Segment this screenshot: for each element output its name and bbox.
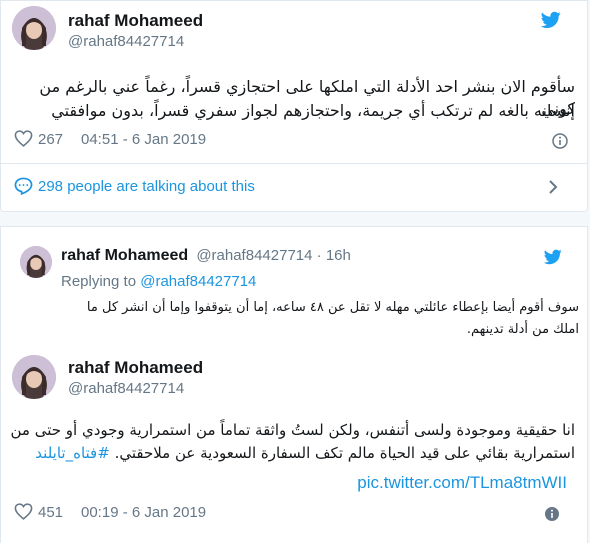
reply-text-line: سوف أقوم أيضا بإعطاء عائلتي مهله لا تقل … [86, 300, 579, 315]
tweet-card-1: rahaf Mohameed @rahaf84427714 سأقوم الان… [0, 0, 588, 212]
tweet-text: استمرارية بقائي على قيد الحياة مالم تكف … [114, 444, 575, 462]
like-count[interactable]: 451 [38, 504, 63, 521]
author-handle[interactable]: @rahaf84427714 [196, 247, 312, 264]
author-name[interactable]: rahaf Mohameed [61, 247, 188, 264]
replying-prefix: Replying to [61, 273, 137, 290]
like-count[interactable]: 267 [38, 131, 63, 148]
twitter-bird-icon[interactable] [544, 249, 562, 265]
avatar[interactable] [20, 246, 52, 278]
author-handle[interactable]: @rahaf84427714 [68, 33, 184, 50]
tweet-text-line-2: استمرارية بقائي على قيد الحياة مالم تكف … [15, 442, 575, 464]
pic-link[interactable]: pic.twitter.com/TLma8tmWII [357, 473, 567, 493]
info-icon[interactable] [544, 506, 560, 522]
tweet-header: rahaf Mohameed @rahaf84427714 · 16h [61, 247, 351, 265]
chevron-right-icon[interactable] [547, 179, 559, 195]
chat-bubble-icon [14, 177, 33, 195]
avatar[interactable] [12, 6, 56, 50]
tweet-text-line: إنسانه بالغه لم ترتكب أي جريمة، واحتجازه… [51, 101, 575, 120]
reply-text-line: املك من أدلة تدينهم. [466, 322, 579, 337]
twitter-bird-icon[interactable] [541, 11, 561, 29]
heart-icon[interactable] [14, 503, 33, 520]
talking-about-link[interactable]: 298 people are talking about this [38, 178, 255, 195]
timestamp[interactable]: 00:19 - 6 Jan 2019 [81, 504, 206, 521]
divider [1, 163, 587, 164]
replying-handle-link[interactable]: @rahaf84427714 [140, 273, 256, 290]
replying-to: Replying to @rahaf84427714 [61, 273, 256, 290]
author-name[interactable]: rahaf Mohameed [68, 358, 203, 378]
separator: · [316, 247, 322, 264]
author-name[interactable]: rahaf Mohameed [68, 11, 203, 31]
author-handle[interactable]: @rahaf84427714 [68, 380, 184, 397]
info-icon[interactable] [552, 133, 568, 149]
tweet-text-line: انا حقيقية وموجودة ولسى أتنفس، ولكن لستُ… [10, 421, 576, 439]
avatar[interactable] [12, 355, 56, 399]
heart-icon[interactable] [14, 130, 33, 147]
timestamp[interactable]: 04:51 - 6 Jan 2019 [81, 131, 206, 148]
hashtag-link[interactable]: #فتاه_تايلند [35, 444, 109, 462]
tweet-card-2: rahaf Mohameed @rahaf84427714 · 16h Repl… [0, 226, 588, 543]
tweet-age[interactable]: 16h [326, 247, 351, 264]
